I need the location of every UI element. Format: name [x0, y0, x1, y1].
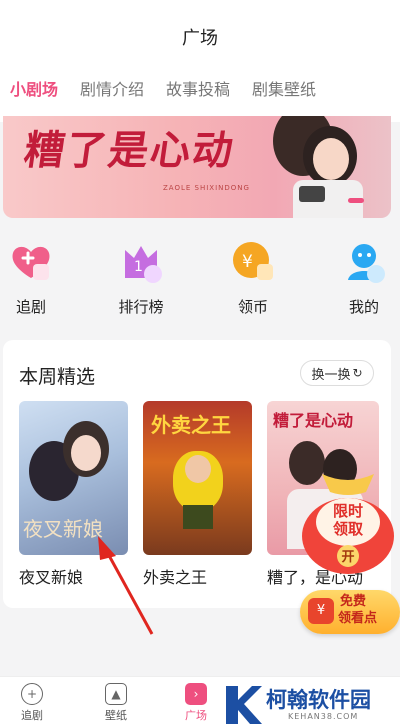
nav-item-wallpaper[interactable]: ▲ 壁纸	[86, 683, 146, 723]
square-icon: ›	[185, 683, 207, 705]
watermark-logo-icon	[226, 686, 262, 724]
watermark-brand: 柯翰软件园	[266, 688, 371, 712]
annotation-arrow-icon	[98, 536, 154, 635]
heart-plus-icon: +	[21, 683, 43, 705]
nav-label: 壁纸	[105, 709, 127, 722]
nav-label: 广场	[185, 709, 207, 722]
watermark: 柯翰软件园 KEHAN38.COM	[218, 680, 400, 728]
nav-item-square[interactable]: › 广场	[166, 683, 226, 723]
nav-label: 追剧	[21, 709, 43, 722]
image-icon: ▲	[105, 683, 127, 705]
watermark-url: KEHAN38.COM	[288, 712, 359, 721]
nav-item-follow[interactable]: + 追剧	[2, 683, 62, 723]
